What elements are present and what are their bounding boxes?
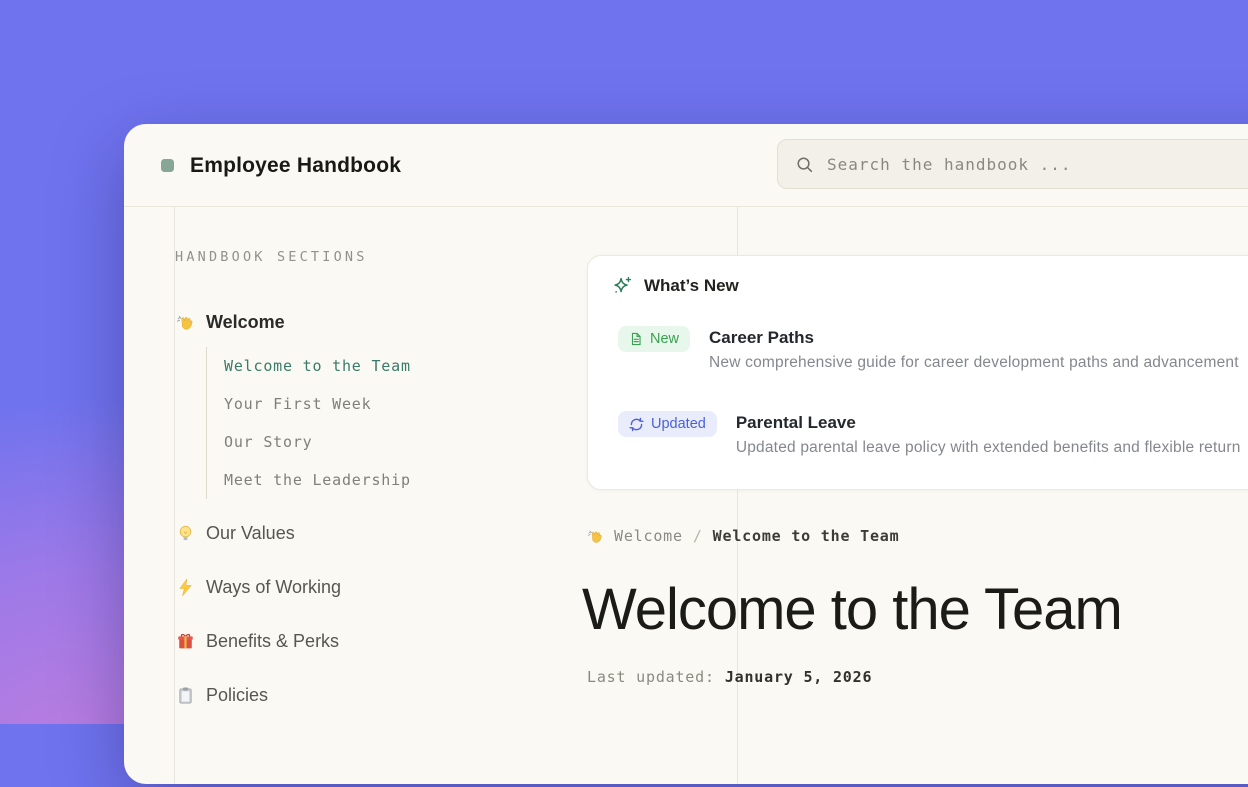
whats-new-card: What’s New New Career Paths New comprehe… <box>587 255 1248 490</box>
app-title: Employee Handbook <box>190 154 401 178</box>
search-icon <box>795 155 814 174</box>
sidebar-sublist-welcome: Welcome to the Team Your First Week Our … <box>206 347 411 499</box>
app-header: Employee Handbook <box>124 124 1248 207</box>
sidebar-item-our-values[interactable]: Our Values <box>176 520 295 546</box>
entry-description: New comprehensive guide for career devel… <box>709 354 1239 372</box>
new-badge: New <box>618 326 690 352</box>
sidebar-subitem-our-story[interactable]: Our Story <box>224 423 411 461</box>
lightning-bolt-icon <box>176 578 195 597</box>
sidebar-subitem-welcome-to-the-team[interactable]: Welcome to the Team <box>224 347 411 385</box>
sidebar-subitem-meet-the-leadership[interactable]: Meet the Leadership <box>224 461 411 499</box>
refresh-icon <box>629 417 644 432</box>
updated-badge: Updated <box>618 411 717 437</box>
handbook-window: Employee Handbook HANDBOOK SECTIONS Welc… <box>124 124 1248 784</box>
app-logo-icon <box>161 159 174 172</box>
search-input[interactable] <box>827 155 1248 174</box>
badge-label: Updated <box>651 416 706 432</box>
entry-description: Updated parental leave policy with exten… <box>736 439 1241 457</box>
last-updated: Last updated: January 5, 2026 <box>587 668 872 686</box>
sidebar-item-policies[interactable]: Policies <box>176 682 268 708</box>
breadcrumb-separator: / <box>693 527 703 545</box>
document-icon <box>629 332 643 346</box>
sidebar-item-label: Benefits & Perks <box>206 631 339 652</box>
sidebar: HANDBOOK SECTIONS Welcome Welcome to the… <box>175 207 575 787</box>
sidebar-item-label: Our Values <box>206 523 295 544</box>
sidebar-item-benefits-perks[interactable]: Benefits & Perks <box>176 628 339 654</box>
sidebar-item-ways-of-working[interactable]: Ways of Working <box>176 574 341 600</box>
sidebar-section-label: HANDBOOK SECTIONS <box>175 249 368 265</box>
sidebar-item-label: Welcome <box>206 312 285 333</box>
entry-title: Parental Leave <box>736 413 1241 433</box>
last-updated-label: Last updated: <box>587 668 715 686</box>
sparkles-icon <box>611 275 633 297</box>
breadcrumb: Welcome / Welcome to the Team <box>587 526 899 546</box>
sidebar-item-welcome[interactable]: Welcome <box>176 309 285 335</box>
entry-title: Career Paths <box>709 328 1239 348</box>
clipboard-icon <box>176 686 195 705</box>
lightbulb-icon <box>176 524 195 543</box>
whats-new-entry-parental-leave[interactable]: Updated Parental Leave Updated parental … <box>618 411 1241 457</box>
breadcrumb-current: Welcome to the Team <box>713 527 900 545</box>
breadcrumb-section[interactable]: Welcome <box>614 527 683 545</box>
whats-new-entry-career-paths[interactable]: New Career Paths New comprehensive guide… <box>618 326 1239 372</box>
page-title: Welcome to the Team <box>582 580 1122 641</box>
whats-new-title: What’s New <box>644 276 739 296</box>
wave-hand-icon <box>587 528 604 545</box>
desktop-background: { "app": { "title": "Employee Handbook" … <box>0 0 1248 724</box>
sidebar-subitem-your-first-week[interactable]: Your First Week <box>224 385 411 423</box>
wave-hand-icon <box>176 313 195 332</box>
sidebar-item-label: Ways of Working <box>206 577 341 598</box>
gift-icon <box>176 632 195 651</box>
sidebar-item-label: Policies <box>206 685 268 706</box>
search-box[interactable] <box>777 139 1248 189</box>
whats-new-header: What’s New <box>611 275 739 297</box>
badge-label: New <box>650 331 679 347</box>
last-updated-value: January 5, 2026 <box>725 668 872 686</box>
